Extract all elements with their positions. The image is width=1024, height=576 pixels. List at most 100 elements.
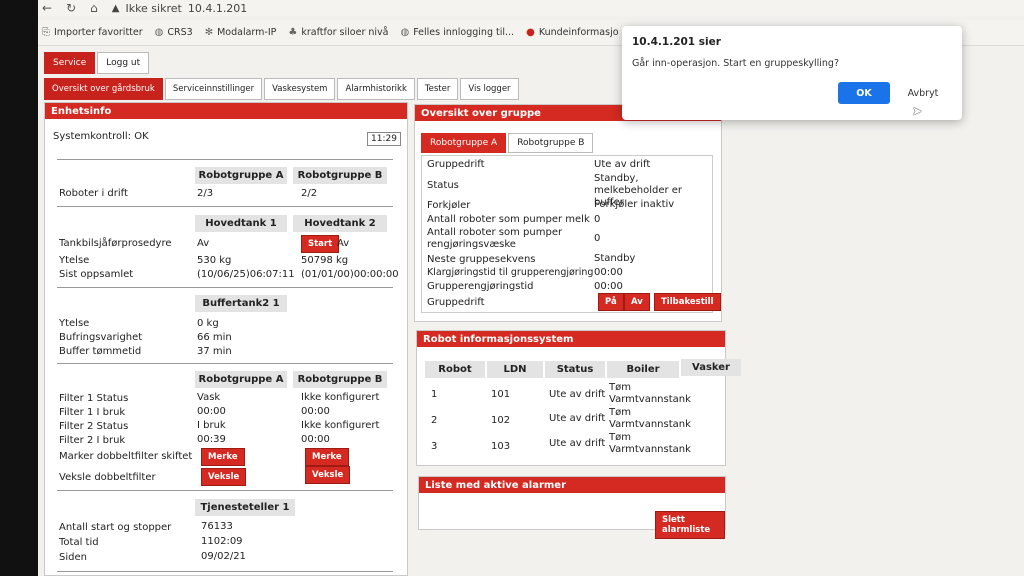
klargjoring-label: Klargjøringstid til grupperengjøring xyxy=(427,267,594,278)
col-ldn: LDN xyxy=(487,361,543,378)
tilbakestill-button[interactable]: Tilbakestill xyxy=(654,293,721,311)
clock-display: 11:29 xyxy=(367,132,401,146)
robot-cell: 2 xyxy=(431,415,438,426)
tab-vis-logger[interactable]: Vis logger xyxy=(460,78,519,100)
boiler-cell: Tøm Varmtvannstank xyxy=(609,382,691,405)
b-ytelse-label: Ytelse xyxy=(59,318,90,329)
fav-kraftfor[interactable]: ♣ kraftfor siloer nivå xyxy=(288,27,388,38)
hovedtank2-header: Hovedtank 2 xyxy=(293,215,387,232)
robot-cell: 3 xyxy=(431,441,438,452)
tab-alarmhistorikk[interactable]: Alarmhistorikk xyxy=(337,78,415,100)
tab-robotgruppe-a[interactable]: Robotgruppe A xyxy=(421,133,507,153)
divider xyxy=(57,363,393,364)
dialog-title: 10.4.1.201 sier xyxy=(632,36,721,48)
tab-tester[interactable]: Tester xyxy=(416,78,459,100)
divider xyxy=(57,490,393,491)
ok-button[interactable]: OK xyxy=(838,82,890,104)
service-button[interactable]: Service xyxy=(44,52,96,74)
start-button[interactable]: Start xyxy=(301,235,340,253)
f1s-a-value: Vask xyxy=(197,392,221,403)
merke-b-button[interactable]: Merke xyxy=(305,448,349,466)
f1b-label: Filter 1 I bruk xyxy=(59,407,126,418)
ldn-cell: 102 xyxy=(491,415,511,426)
address-bar[interactable]: ▲ Ikke sikret 10.4.1.201 xyxy=(112,2,248,15)
fav-modalarm[interactable]: ✻ Modalarm-IP xyxy=(205,27,277,38)
clear-alarms-button[interactable]: Slett alarmliste xyxy=(655,511,725,539)
address-text: 10.4.1.201 xyxy=(187,1,248,15)
f1b-a-value: 00:00 xyxy=(197,406,226,417)
divider xyxy=(57,206,393,207)
av-button[interactable]: Av xyxy=(624,293,650,311)
roboter-b-value: 2/2 xyxy=(301,188,318,199)
pa-button[interactable]: På xyxy=(598,293,624,311)
start-stopp-label: Antall start og stopper xyxy=(59,522,172,533)
filter-grp-b-header: Robotgruppe B xyxy=(293,371,387,388)
screen: ← ↻ ⌂ ▲ Ikke sikret 10.4.1.201 ⎘ Importer… xyxy=(38,0,1024,576)
leaf-icon: ♣ xyxy=(288,27,298,38)
tab-serviceinnstillinger[interactable]: Serviceinnstillinger xyxy=(164,78,263,100)
forkjoler-value: Forkjøler inaktiv xyxy=(594,199,675,210)
veksle-b-button[interactable]: Veksle xyxy=(305,466,351,484)
roboter-a-value: 2/3 xyxy=(197,188,214,199)
reload-icon[interactable]: ↻ xyxy=(66,1,76,15)
enhetsinfo-title: Enhetsinfo xyxy=(45,103,407,119)
col-status: Status xyxy=(545,361,605,378)
gruppe-tabs: Robotgruppe A Robotgruppe B xyxy=(421,133,594,153)
alert-dialog: 10.4.1.201 sier Går inn-operasjon. Start… xyxy=(622,26,962,120)
f2s-label: Filter 2 Status xyxy=(59,421,129,432)
merke-a-button[interactable]: Merke xyxy=(201,448,245,466)
f1b-b-value: 00:00 xyxy=(301,406,330,417)
cancel-button[interactable]: Avbryt xyxy=(898,82,948,104)
b-varighet-value: 66 min xyxy=(197,332,232,343)
robot-cell: 1 xyxy=(431,389,438,400)
robotinfo-panel: Robot informasjonssystem Robot LDN Statu… xyxy=(416,330,741,466)
tab-oversikt[interactable]: Oversikt over gårdsbruk xyxy=(44,78,163,100)
gruppedrift-ctrl-label: Gruppedrift xyxy=(427,297,485,308)
divider xyxy=(57,571,393,572)
col-robot: Robot xyxy=(425,361,485,378)
fav-kunde[interactable]: ● Kundeinformasjo xyxy=(526,27,618,38)
gruppedrift-value: Ute av drift xyxy=(594,159,651,170)
tankbil-2-value: Av xyxy=(337,238,350,249)
ytelse-label: Ytelse xyxy=(59,255,90,266)
gruppe-panel: Oversikt over gruppe Robotgruppe A Robot… xyxy=(414,104,722,322)
f2b-label: Filter 2 I bruk xyxy=(59,435,126,446)
siden-label: Siden xyxy=(59,552,87,563)
divider xyxy=(57,287,393,288)
roboter-label: Roboter i drift xyxy=(59,188,128,199)
b-tomme-label: Buffer tømmetid xyxy=(59,346,142,357)
pumper-melk-value: 0 xyxy=(594,214,601,225)
warning-icon: ▲ xyxy=(111,2,120,14)
robotinfo-title: Robot informasjonssystem xyxy=(417,331,725,347)
home-icon[interactable]: ⌂ xyxy=(90,1,98,15)
f2b-a-value: 00:39 xyxy=(197,434,226,445)
tjeneste-header: Tjenesteteller 1 xyxy=(195,499,295,516)
dialog-message: Går inn-operasjon. Start en gruppeskylli… xyxy=(632,58,839,69)
browser-toolbar: ← ↻ ⌂ ▲ Ikke sikret 10.4.1.201 xyxy=(38,0,1024,16)
tankbil-label: Tankbilsjåførprosedyre xyxy=(59,238,172,249)
pumper-melk-label: Antall roboter som pumper melk xyxy=(427,214,590,225)
total-value: 1102:09 xyxy=(201,536,243,547)
fav-crs3[interactable]: ◍ CRS3 xyxy=(155,27,193,38)
robotgruppe-a-header: Robotgruppe A xyxy=(195,167,287,184)
ytelse-1-value: 530 kg xyxy=(197,255,232,266)
status-cell: Ute av drift xyxy=(549,389,606,400)
col-vasker: Vasker xyxy=(681,359,741,376)
f1s-label: Filter 1 Status xyxy=(59,393,129,404)
klargjoring-value: 00:00 xyxy=(594,267,623,278)
hovedtank1-header: Hovedtank 1 xyxy=(195,215,287,232)
oppsamlet-2-value: (01/01/00)00:00:00 xyxy=(301,269,399,280)
status-cell: Ute av drift xyxy=(549,413,606,424)
gruppedrift-label: Gruppedrift xyxy=(427,159,485,170)
f2s-b-value: Ikke konfigurert xyxy=(301,420,380,431)
back-icon[interactable]: ← xyxy=(42,1,52,15)
col-boiler: Boiler xyxy=(607,361,679,378)
fav-import[interactable]: ⎘ Importer favoritter xyxy=(42,27,143,38)
tab-robotgruppe-b[interactable]: Robotgruppe B xyxy=(508,133,594,153)
systemkontroll-text: Systemkontroll: OK xyxy=(53,131,149,142)
fav-felles[interactable]: ◍ Felles innlogging til... xyxy=(400,27,514,38)
tab-vaskesystem[interactable]: Vaskesystem xyxy=(264,78,336,100)
logout-button[interactable]: Logg ut xyxy=(97,52,150,74)
total-label: Total tid xyxy=(59,537,99,548)
veksle-a-button[interactable]: Veksle xyxy=(201,468,247,486)
